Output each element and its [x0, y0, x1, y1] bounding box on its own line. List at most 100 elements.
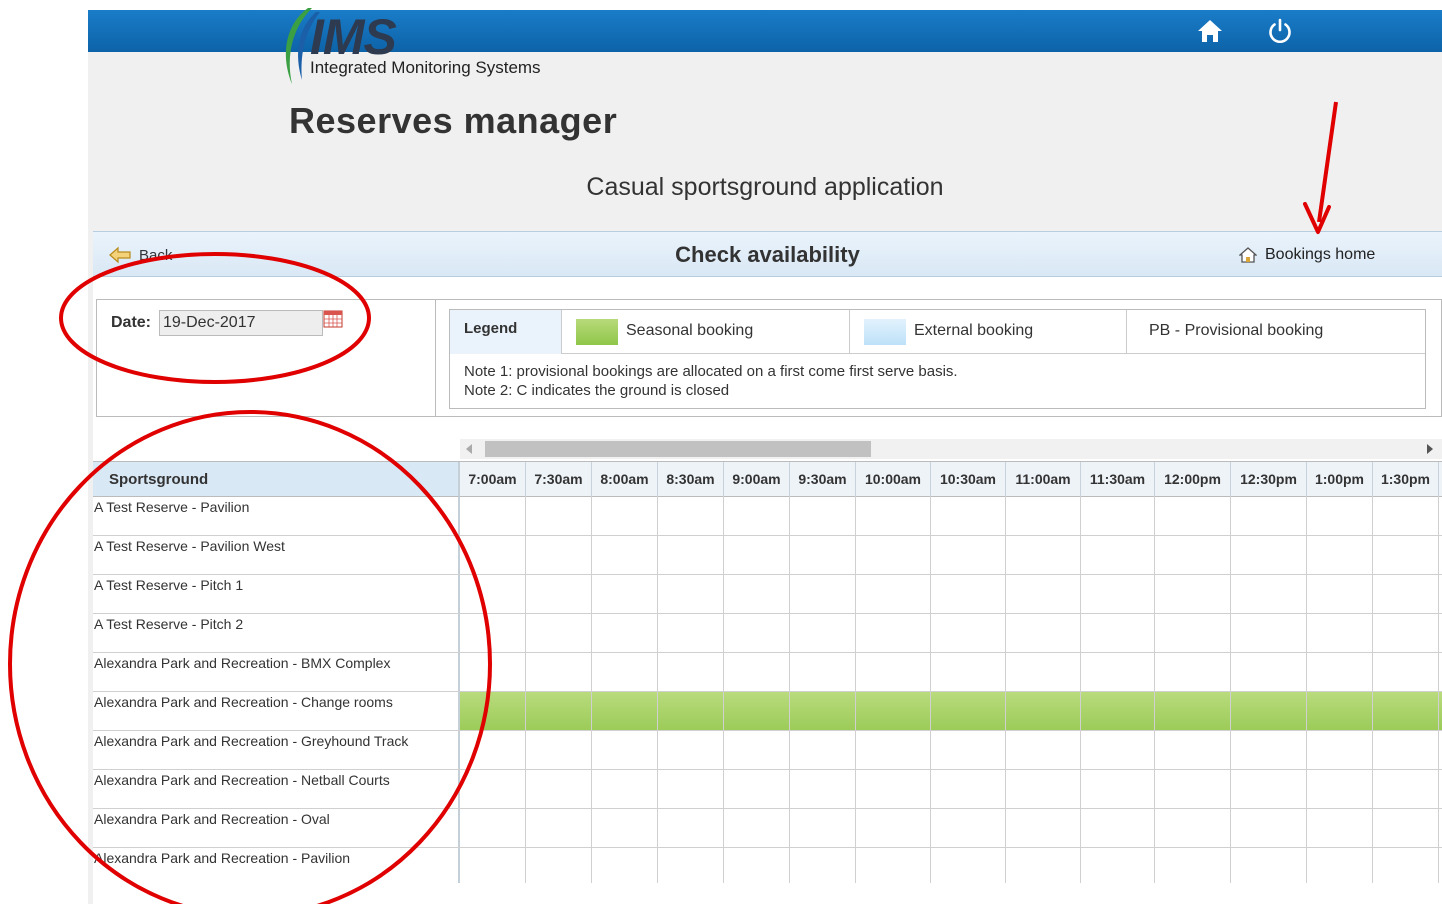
time-slot-cells[interactable]	[460, 692, 1442, 730]
house-icon	[1239, 247, 1257, 263]
table-row[interactable]: Alexandra Park and Recreation - Pavilion	[93, 848, 1442, 883]
cell-divider	[1306, 497, 1307, 535]
cell-divider	[1005, 614, 1006, 652]
time-slot-cells[interactable]	[460, 809, 1442, 847]
cell-divider	[855, 497, 856, 535]
time-slot-cells[interactable]	[460, 536, 1442, 574]
cell-divider	[789, 575, 790, 613]
cell-divider	[591, 536, 592, 574]
time-slot-cells[interactable]	[460, 770, 1442, 808]
scroll-right-arrow-icon[interactable]	[1427, 444, 1433, 454]
table-row[interactable]: Alexandra Park and Recreation - Greyhoun…	[93, 731, 1442, 770]
time-column-header: 12:00pm	[1155, 462, 1231, 497]
scroll-left-arrow-icon[interactable]	[466, 444, 472, 454]
time-slot-cells[interactable]	[460, 497, 1442, 535]
cell-divider	[723, 614, 724, 652]
cell-divider	[1306, 692, 1307, 730]
sportsground-name: A Test Reserve - Pitch 2	[93, 614, 460, 652]
seasonal-booking-bar[interactable]	[460, 692, 1442, 730]
time-column-header: 7:30am	[526, 462, 592, 497]
cell-divider	[1372, 770, 1373, 808]
table-row[interactable]: Alexandra Park and Recreation - BMX Comp…	[93, 653, 1442, 692]
bookings-home-link[interactable]: Bookings home	[1239, 246, 1375, 264]
legend-panel: Legend Seasonal booking External booking…	[436, 299, 1442, 417]
cell-divider	[1154, 614, 1155, 652]
cell-divider	[657, 848, 658, 883]
horizontal-scrollbar[interactable]	[460, 439, 1442, 459]
cell-divider	[855, 536, 856, 574]
sportsground-name: A Test Reserve - Pavilion West	[93, 536, 460, 574]
sportsground-name: Alexandra Park and Recreation - Change r…	[93, 692, 460, 730]
cell-divider	[855, 692, 856, 730]
cell-divider	[1372, 692, 1373, 730]
date-label: Date:	[111, 314, 152, 331]
cell-divider	[1230, 497, 1231, 535]
calendar-icon[interactable]	[323, 310, 343, 328]
cell-divider	[1230, 575, 1231, 613]
cell-divider	[930, 614, 931, 652]
cell-divider	[1154, 848, 1155, 883]
cell-divider	[1438, 497, 1439, 535]
cell-divider	[525, 497, 526, 535]
cell-divider	[1372, 614, 1373, 652]
table-row[interactable]: Alexandra Park and Recreation - Change r…	[93, 692, 1442, 731]
scrollbar-thumb[interactable]	[485, 441, 871, 457]
cell-divider	[1438, 770, 1439, 808]
cell-divider	[657, 536, 658, 574]
time-slot-cells[interactable]	[460, 848, 1442, 883]
table-row[interactable]: A Test Reserve - Pitch 2	[93, 614, 1442, 653]
cell-divider	[1005, 692, 1006, 730]
cell-divider	[723, 497, 724, 535]
back-link[interactable]: Back	[109, 246, 172, 264]
cell-divider	[1005, 770, 1006, 808]
time-slot-cells[interactable]	[460, 731, 1442, 769]
sportsground-name: Alexandra Park and Recreation - Pavilion	[93, 848, 460, 883]
app-title: Reserves manager	[289, 100, 618, 141]
table-row[interactable]: Alexandra Park and Recreation - Netball …	[93, 770, 1442, 809]
cell-divider	[1306, 575, 1307, 613]
seasonal-swatch	[576, 319, 618, 345]
cell-divider	[789, 653, 790, 691]
cell-divider	[1080, 653, 1081, 691]
sportsground-header: Sportsground	[93, 462, 460, 497]
cell-divider	[1230, 614, 1231, 652]
legend-external-label: External booking	[914, 322, 1034, 339]
cell-divider	[1154, 653, 1155, 691]
time-column-header: 10:00am	[856, 462, 931, 497]
legend-header: Legend	[450, 310, 562, 354]
cell-divider	[1438, 848, 1439, 883]
back-label: Back	[139, 246, 173, 264]
time-slot-cells[interactable]	[460, 653, 1442, 691]
cell-divider	[591, 692, 592, 730]
time-column-header: 10:30am	[931, 462, 1006, 497]
time-slot-cells[interactable]	[460, 575, 1442, 613]
home-icon[interactable]	[1196, 17, 1224, 45]
table-row[interactable]: A Test Reserve - Pitch 1	[93, 575, 1442, 614]
sportsground-name: Alexandra Park and Recreation - Greyhoun…	[93, 731, 460, 769]
date-input[interactable]	[159, 310, 323, 336]
legend-provisional: PB - Provisional booking	[1149, 322, 1324, 339]
cell-divider	[1154, 575, 1155, 613]
ims-logo: IMS Integrated Monitoring Systems	[272, 4, 602, 90]
cell-divider	[1005, 848, 1006, 883]
cell-divider	[657, 692, 658, 730]
sportsground-name: A Test Reserve - Pitch 1	[93, 575, 460, 613]
cell-divider	[657, 653, 658, 691]
time-slot-cells[interactable]	[460, 614, 1442, 652]
cell-divider	[657, 575, 658, 613]
table-row[interactable]: Alexandra Park and Recreation - Oval	[93, 809, 1442, 848]
cell-divider	[591, 614, 592, 652]
cell-divider	[1080, 536, 1081, 574]
cell-divider	[1438, 575, 1439, 613]
cell-divider	[657, 614, 658, 652]
power-icon[interactable]	[1266, 17, 1294, 45]
table-row[interactable]: A Test Reserve - Pavilion	[93, 497, 1442, 536]
cell-divider	[1080, 497, 1081, 535]
cell-divider	[1154, 497, 1155, 535]
cell-divider	[1438, 809, 1439, 847]
cell-divider	[1372, 497, 1373, 535]
time-column-header: 8:30am	[658, 462, 724, 497]
time-column-header: 9:30am	[790, 462, 856, 497]
cell-divider	[1080, 770, 1081, 808]
table-row[interactable]: A Test Reserve - Pavilion West	[93, 536, 1442, 575]
